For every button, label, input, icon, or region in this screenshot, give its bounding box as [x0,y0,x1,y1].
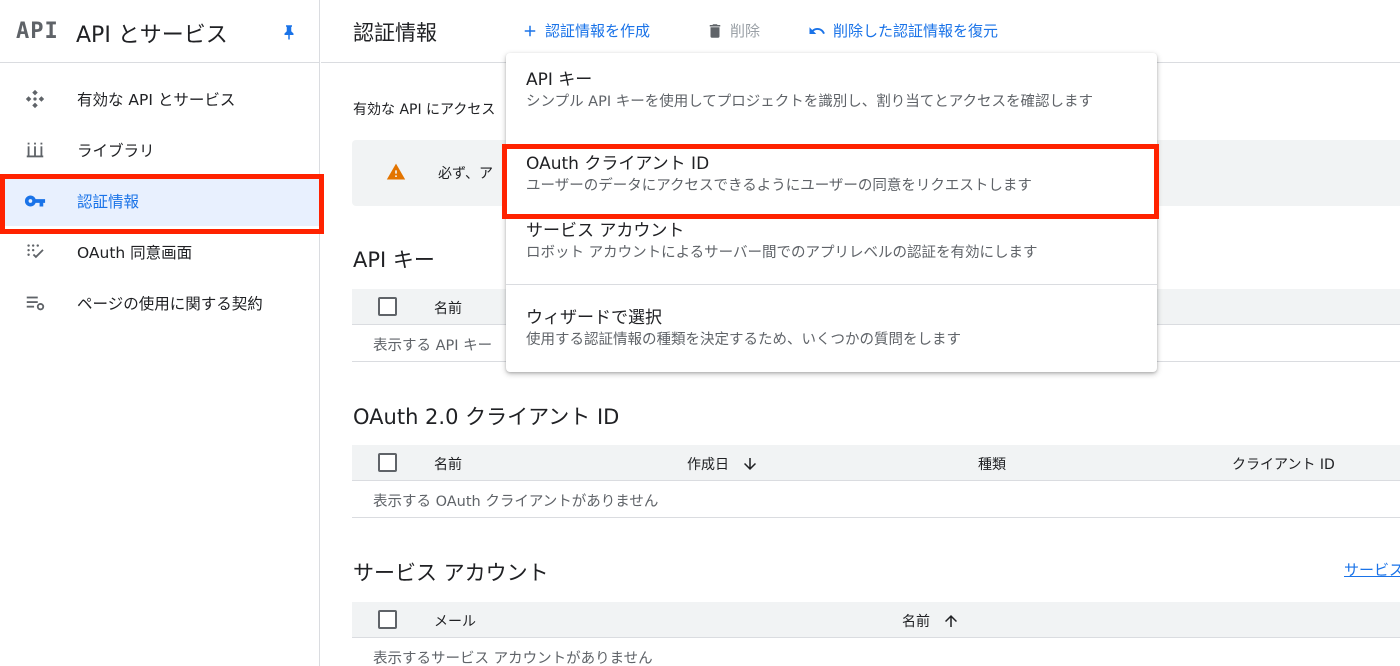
menu-item-title: API キー [526,70,593,90]
arrow-down-icon [744,458,756,470]
empty-message: 表示する OAuth クライアントがありません [373,494,659,510]
sidebar-item-label: OAuth 同意画面 [77,243,193,262]
create-credentials-label: 認証情報を作成 [545,22,651,40]
sidebar-item-label: 有効な API とサービス [77,90,236,109]
table-row: 表示する OAuth クライアントがありません [352,481,1400,518]
menu-item-title: サービス アカウント [526,221,685,241]
column-header-client-id[interactable]: クライアント ID [1232,454,1335,474]
sidebar-item-label: ページの使用に関する契約 [77,294,263,313]
oauth-consent-icon [27,244,44,259]
empty-message: 表示するサービス アカウントがありません [373,651,653,666]
sidebar-item-oauth-consent[interactable]: OAuth 同意画面 [0,226,320,277]
select-all-checkbox[interactable] [378,453,397,472]
key-icon [24,195,46,207]
oauth-clients-title: OAuth 2.0 クライアント ID [353,405,620,429]
column-header-created-label: 作成日 [687,457,729,473]
sidebar: API API とサービス 有効な API とサービス ライブラリ 認証情報 O… [0,0,320,666]
restore-deleted-button[interactable]: 削除した認証情報を復元 [807,20,998,41]
menu-item-oauth-client-id[interactable]: OAuth クライアント ID ユーザーのデータにアクセスできるようにユーザーの… [506,143,1157,213]
arrow-up-icon [945,615,957,627]
menu-item-title: ウィザードで選択 [526,308,662,328]
settings-list-icon [26,296,45,311]
service-accounts-table-header: メール 名前 [352,602,1400,638]
api-keys-title: API キー [353,248,435,272]
trash-icon [709,23,721,38]
menu-item-service-account[interactable]: サービス アカウント ロボット アカウントによるサーバー間でのアプリレベルの認証… [506,213,1157,284]
delete-label: 削除 [730,22,761,40]
menu-item-title: OAuth クライアント ID [526,154,710,174]
select-all-checkbox[interactable] [378,610,397,629]
manage-service-accounts-link[interactable]: サービス [1344,559,1400,580]
menu-item-description: シンプル API キーを使用してプロジェクトを識別し、割り当てとアクセスを確認し… [526,94,1094,110]
sidebar-item-library[interactable]: ライブラリ [0,124,320,175]
column-header-created[interactable]: 作成日 [687,454,759,474]
sidebar-item-label: ライブラリ [77,141,155,160]
sidebar-nav: 有効な API とサービス ライブラリ 認証情報 OAuth 同意画面 ページの… [0,73,320,328]
create-credentials-menu: API キー シンプル API キーを使用してプロジェクトを識別し、割り当てとア… [506,53,1157,372]
pin-icon[interactable] [280,22,298,42]
sidebar-item-label: 認証情報 [77,192,140,211]
library-icon [26,142,44,158]
menu-item-api-key[interactable]: API キー シンプル API キーを使用してプロジェクトを識別し、割り当てとア… [506,53,1157,143]
table-row: 表示するサービス アカウントがありません [352,638,1400,666]
column-header-name-label: 名前 [902,614,930,630]
column-header-email[interactable]: メール [434,611,476,631]
sidebar-item-enabled-apis[interactable]: 有効な API とサービス [0,73,320,124]
plus-icon [524,25,536,36]
enabled-apis-icon [25,89,45,109]
warning-text: 必ず、ア [438,166,494,182]
undo-icon [809,26,825,34]
column-header-name[interactable]: 名前 [434,298,462,318]
select-all-checkbox[interactable] [378,297,397,316]
intro-text: 有効な API にアクセス [353,102,496,118]
menu-item-description: ロボット アカウントによるサーバー間でのアプリレベルの認証を有効にします [526,245,1038,261]
create-credentials-button[interactable]: 認証情報を作成 [521,20,650,41]
menu-item-description: 使用する認証情報の種類を決定するため、いくつかの質問をします [526,332,961,348]
empty-message: 表示する API キー [373,338,493,354]
sidebar-title: API とサービス [76,23,228,48]
column-header-name[interactable]: 名前 [434,454,462,474]
sidebar-item-credentials[interactable]: 認証情報 [0,175,320,226]
column-header-type[interactable]: 種類 [978,454,1006,474]
page-title: 認証情報 [353,21,437,45]
oauth-table-header: 名前 作成日 種類 クライアント ID [352,445,1400,481]
column-header-name[interactable]: 名前 [902,611,960,631]
api-logo: API [16,19,59,44]
delete-button[interactable]: 削除 [706,20,760,41]
sidebar-item-page-usage[interactable]: ページの使用に関する契約 [0,277,320,328]
sidebar-header: API API とサービス [0,0,319,63]
restore-label: 削除した認証情報を復元 [833,22,999,40]
warning-icon [386,163,406,180]
menu-item-wizard[interactable]: ウィザードで選択 使用する認証情報の種類を決定するため、いくつかの質問をします [506,285,1157,372]
menu-item-description: ユーザーのデータにアクセスできるようにユーザーの同意をリクエストします [526,178,1032,194]
service-accounts-title: サービス アカウント [353,561,549,585]
